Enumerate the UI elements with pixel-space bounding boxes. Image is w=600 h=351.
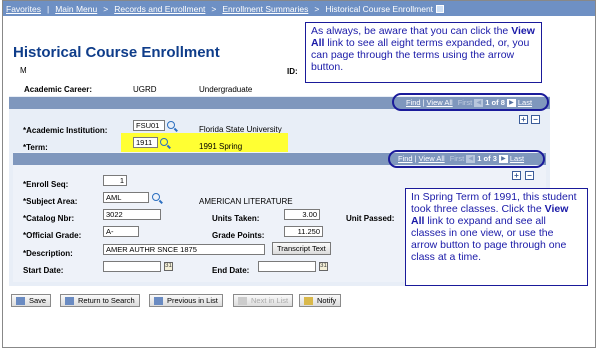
breadcrumb-arrow: > [314,3,320,14]
previous-button-label: Previous in List [167,296,218,305]
save-button[interactable]: Save [11,294,52,307]
academic-career-desc: Undergraduate [199,85,253,94]
id-label: ID: [287,67,298,76]
callout-view-all-terms: As always, be aware that you can click t… [305,22,542,83]
enroll-seq-input[interactable]: 1 [103,175,127,186]
breadcrumb-arrow: > [211,3,217,14]
institution-input[interactable]: FSU01 [133,120,165,131]
add-class-button[interactable]: + [512,171,521,180]
return-icon [65,296,74,305]
breadcrumb-favorites[interactable]: Favorites [6,4,41,14]
term-input[interactable]: 1911 [133,137,158,148]
breadcrumb-main-menu[interactable]: Main Menu [55,4,97,14]
breadcrumb-enrollment-summaries[interactable]: Enrollment Summaries [222,4,308,14]
institution-lookup-icon[interactable] [167,121,175,129]
breadcrumb-historical-course-enrollment: Historical Course Enrollment [325,3,434,14]
grade-points-label: Grade Points: [212,231,265,240]
student-name: M [20,66,27,75]
term-label: *Term: [23,143,48,152]
class-nav-highlight-oval [388,150,545,168]
enroll-seq-label: *Enroll Seq: [23,180,69,189]
breadcrumb-records-enrollment[interactable]: Records and Enrollment [114,4,205,14]
start-date-calendar-icon[interactable]: 31 [164,262,173,271]
save-button-label: Save [29,296,47,305]
academic-career-code: UGRD [133,85,157,94]
notify-button-label: Notify [317,296,337,305]
next-in-list-button: Next in List [233,294,294,307]
description-input[interactable]: AMER AUTHR SNCE 1875 [103,244,265,255]
description-label: *Description: [23,249,73,258]
next-button-label: Next in List [251,296,289,305]
callout-top-text-1: As always, be aware that you can click t… [311,25,512,37]
grade-points-input[interactable]: 11.250 [284,226,323,237]
end-date-input[interactable] [258,261,316,272]
delete-term-button[interactable]: − [531,115,540,124]
return-button-label: Return to Search [78,296,135,305]
transcript-text-button[interactable]: Transcript Text [272,242,331,255]
unit-passed-label: Unit Passed: [346,214,395,223]
return-to-search-button[interactable]: Return to Search [60,294,140,307]
catalog-nbr-label: *Catalog Nbr: [23,214,75,223]
add-term-button[interactable]: + [519,115,528,124]
next-icon [238,296,247,305]
start-date-label: Start Date: [23,266,64,275]
official-grade-input[interactable]: A- [103,226,139,237]
callout-right-text-2: link to expand and see all classes in on… [411,215,567,263]
units-taken-label: Units Taken: [212,214,260,223]
breadcrumb: Favorites | Main Menu > Records and Enro… [3,1,595,16]
catalog-nbr-input[interactable]: 3022 [103,209,161,220]
institution-label: *Academic Institution: [23,126,108,135]
page-icon[interactable] [436,4,445,13]
page-title: Historical Course Enrollment [13,44,220,61]
official-grade-label: *Official Grade: [23,231,82,240]
save-icon [16,296,25,305]
breadcrumb-separator: | [46,3,50,14]
subject-area-desc: AMERICAN LITERATURE [199,197,293,206]
subject-lookup-icon[interactable] [152,193,160,201]
previous-icon [154,296,163,305]
notify-button[interactable]: Notify [299,294,342,307]
callout-top-text-2: link to see all eight terms expanded, or… [311,37,530,73]
subject-area-label: *Subject Area: [23,197,78,206]
subject-area-input[interactable]: AML [103,192,149,203]
term-lookup-icon[interactable] [160,138,168,146]
academic-career-label: Academic Career: [24,85,93,94]
units-taken-input[interactable]: 3.00 [284,209,320,220]
notify-icon [304,296,313,305]
term-desc: 1991 Spring [199,142,243,151]
end-date-calendar-icon[interactable]: 31 [319,262,328,271]
start-date-input[interactable] [103,261,161,272]
callout-spring-1991: In Spring Term of 1991, this student too… [405,188,588,286]
previous-in-list-button[interactable]: Previous in List [149,294,223,307]
term-nav-highlight-oval [392,93,549,111]
end-date-label: End Date: [212,266,250,275]
delete-class-button[interactable]: − [525,171,534,180]
breadcrumb-arrow: > [103,3,109,14]
